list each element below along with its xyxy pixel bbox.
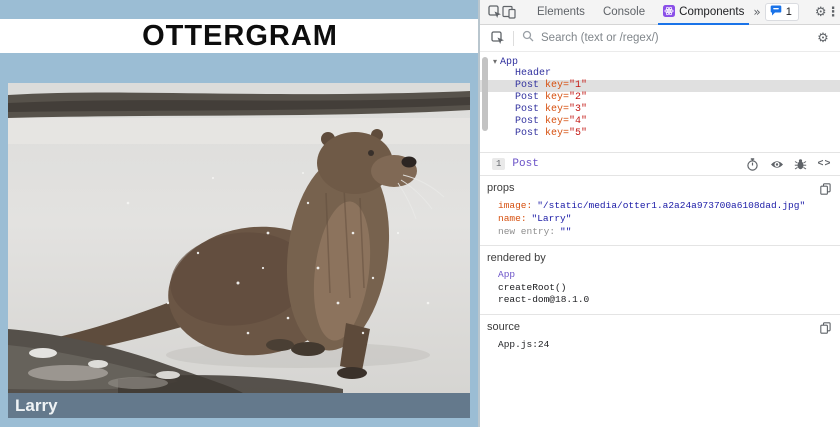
tree-node-header[interactable]: Header [480,68,840,80]
prop-row-new-entry[interactable]: new entry"" [487,225,832,238]
tree-node-post-3[interactable]: Post key="3" [480,104,840,116]
notifications-badge[interactable]: 1 [764,3,799,21]
source-section: source App.js:24 [480,315,840,358]
photo-caption: Larry [8,393,470,418]
view-source-icon[interactable]: <> [817,157,832,172]
rendered-by-label: rendered by [487,252,546,264]
react-devtools-icon [663,4,676,20]
log-bug-icon[interactable] [793,157,808,172]
source-location[interactable]: App.js:24 [487,338,832,351]
tab-elements[interactable]: Elements [528,0,594,25]
inspect-dom-eye-icon[interactable] [769,157,784,172]
components-search-row: ⚙ [480,25,840,52]
more-tabs-icon[interactable]: » [753,0,760,25]
inspected-component-name: Post [512,158,539,170]
kebab-menu-icon[interactable]: ⋮ [826,0,839,25]
tree-node-post-2[interactable]: Post key="2" [480,92,840,104]
tab-label: Elements [537,6,585,18]
component-picker-icon[interactable] [490,31,506,45]
source-label: source [487,320,521,333]
component-tree: ▾ App Header Post key="1" Post key="2" Post… [480,52,840,152]
settings-gear-icon[interactable]: ⚙ [815,0,827,25]
devtools-panel: Elements Console Components » 1 ⚙ ⋮ × [478,0,840,427]
inspect-element-icon[interactable] [488,0,502,25]
notification-count: 1 [785,6,792,18]
search-input[interactable] [541,32,814,44]
message-bubble-icon [770,5,782,19]
tree-node-post-5[interactable]: Post key="5" [480,128,840,140]
copy-source-icon[interactable] [818,321,832,335]
tree-node-post-1[interactable]: Post key="1" [480,80,840,92]
tree-node-app[interactable]: ▾ App [480,56,840,68]
prop-row-name[interactable]: name"Larry" [487,212,832,225]
page-scrollbar[interactable] [482,57,488,131]
copy-props-icon[interactable] [818,182,832,196]
prop-row-image[interactable]: image"/static/media/otter1.a2a24a973700a… [487,199,832,212]
props-label: props [487,182,515,194]
divider [513,30,514,46]
rendered-by-app-link[interactable]: App [487,269,832,282]
suspend-timer-icon[interactable] [745,157,760,172]
tab-label: Console [602,6,646,18]
tab-console[interactable]: Console [594,0,654,25]
devtools-tabbar: Elements Console Components » 1 ⚙ ⋮ × [480,0,840,25]
device-toolbar-icon[interactable] [502,0,516,25]
view-settings-gear-icon[interactable]: ⚙ [814,31,832,46]
disclosure-triangle-icon[interactable]: ▾ [493,57,497,66]
screenshot-root: OTTERGRAM Larry Elements Console Compone… [0,0,840,427]
rendered-by-createroot: createRoot() [498,281,567,293]
rendered-by-reactdom: react-dom@18.1.0 [498,294,590,305]
otter-post-card: Larry [8,83,470,418]
inspected-component-bar: 1 Post <> [480,152,840,176]
page-title: OTTERGRAM [142,19,338,52]
props-section: props image"/static/media/otter1.a2a24a9… [480,176,840,246]
site-header: OTTERGRAM [0,19,480,53]
tree-node-post-4[interactable]: Post key="4" [480,116,840,128]
rendered-by-section: rendered by App createRoot() react-dom@1… [480,246,840,315]
otter-illustration [8,83,470,393]
tab-components[interactable]: Components [654,0,753,25]
otter-photo [8,83,470,393]
ottergram-page: OTTERGRAM Larry [0,0,480,427]
tab-label: Components [679,6,745,18]
element-badge: 1 [492,158,506,170]
search-icon [522,29,534,47]
